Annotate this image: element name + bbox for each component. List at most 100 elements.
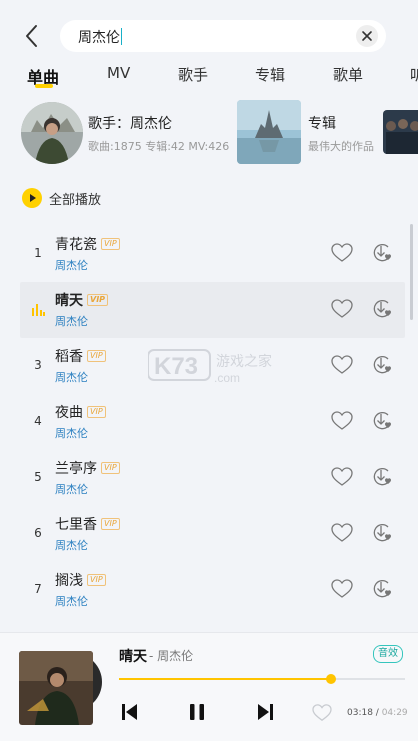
pause-icon[interactable] — [188, 703, 206, 721]
progress-knob[interactable] — [325, 674, 336, 684]
playing-equalizer-icon — [32, 304, 45, 316]
heart-icon[interactable] — [331, 411, 353, 431]
clear-search-button[interactable] — [356, 25, 378, 47]
vip-badge: VIP — [101, 518, 120, 530]
heart-icon[interactable] — [331, 579, 353, 599]
watermark-domain: .com — [214, 371, 240, 385]
song-row[interactable]: 7 搁浅 VIP 周杰伦 — [20, 562, 405, 618]
playback-time: 03:18 / 04:29 — [347, 708, 408, 718]
song-title-text: 青花瓷 — [55, 237, 97, 253]
progress-bar[interactable] — [119, 674, 405, 684]
tab-playlists[interactable]: 歌单 — [333, 64, 363, 85]
download-icon[interactable] — [371, 409, 393, 433]
song-number: 3 — [34, 358, 42, 372]
song-artist[interactable]: 周杰伦 — [55, 369, 88, 385]
song-row[interactable]: 1 青花瓷 VIP 周杰伦 — [20, 226, 405, 282]
download-icon[interactable] — [371, 577, 393, 601]
song-number: 6 — [34, 526, 42, 540]
song-title-text: 夜曲 — [55, 405, 83, 421]
song-title: 稻香 VIP — [55, 346, 106, 366]
song-number: 5 — [34, 470, 42, 484]
song-title-text: 七里香 — [55, 517, 97, 533]
song-title: 夜曲 VIP — [55, 402, 106, 422]
song-row[interactable]: 5 兰亭序 VIP 周杰伦 — [20, 450, 405, 506]
close-icon — [362, 31, 372, 41]
mini-player: 晴天 - 周杰伦 音效 03:18 / 04:29 — [0, 632, 418, 741]
watermark-text: K73 — [154, 353, 198, 380]
song-row[interactable]: 4 夜曲 VIP 周杰伦 — [20, 394, 405, 450]
vip-badge: VIP — [87, 350, 106, 362]
album-card-title[interactable]: 专辑 — [308, 113, 336, 133]
song-artist[interactable]: 周杰伦 — [55, 425, 88, 441]
album-cover[interactable] — [237, 100, 301, 164]
back-arrow-icon[interactable] — [22, 24, 44, 48]
search-input[interactable]: 周杰伦 — [60, 20, 386, 52]
now-playing-title[interactable]: 晴天 — [119, 646, 147, 666]
search-query: 周杰伦 — [78, 27, 122, 47]
song-artist[interactable]: 周杰伦 — [55, 313, 88, 329]
song-artist[interactable]: 周杰伦 — [55, 537, 88, 553]
heart-icon[interactable] — [331, 523, 353, 543]
song-title-text: 搁浅 — [55, 573, 83, 589]
song-row[interactable]: 6 七里香 VIP 周杰伦 — [20, 506, 405, 562]
heart-icon[interactable] — [331, 355, 353, 375]
download-icon[interactable] — [371, 297, 393, 321]
vip-badge: VIP — [87, 574, 106, 586]
download-icon[interactable] — [371, 521, 393, 545]
song-artist[interactable]: 周杰伦 — [55, 481, 88, 497]
heart-icon[interactable] — [331, 467, 353, 487]
heart-icon[interactable] — [312, 704, 332, 722]
download-icon[interactable] — [371, 353, 393, 377]
song-title: 七里香 VIP — [55, 514, 120, 534]
song-title: 搁浅 VIP — [55, 570, 106, 590]
singer-avatar[interactable] — [21, 102, 83, 164]
song-number: 1 — [34, 246, 42, 260]
song-title-text: 稻香 — [55, 349, 83, 365]
header: 周杰伦 — [0, 0, 418, 62]
song-title: 青花瓷 VIP — [55, 234, 120, 254]
download-icon[interactable] — [371, 241, 393, 265]
tab-mv[interactable]: MV — [107, 64, 130, 82]
song-title-text: 晴天 — [55, 293, 83, 309]
vip-badge: VIP — [101, 238, 120, 250]
search-query-text: 周杰伦 — [78, 30, 120, 46]
next-icon[interactable] — [256, 703, 274, 721]
watermark-sub: 游戏之家 — [216, 353, 272, 370]
heart-icon[interactable] — [331, 299, 353, 319]
download-icon[interactable] — [371, 465, 393, 489]
mv-cover[interactable] — [383, 110, 418, 154]
song-title-text: 兰亭序 — [55, 461, 97, 477]
now-playing-artist: - 周杰伦 — [149, 649, 194, 663]
progress-fill — [119, 678, 331, 680]
song-number: 7 — [34, 582, 42, 596]
heart-icon[interactable] — [331, 243, 353, 263]
tab-albums[interactable]: 专辑 — [255, 64, 285, 85]
tab-more[interactable]: 听 — [410, 64, 418, 85]
play-all-label: 全部播放 — [49, 193, 102, 208]
previous-icon[interactable] — [121, 703, 139, 721]
song-artist[interactable]: 周杰伦 — [55, 257, 88, 273]
text-caret — [121, 28, 122, 45]
tab-singers[interactable]: 歌手 — [178, 64, 208, 85]
vip-badge: VIP — [101, 462, 120, 474]
song-row-playing[interactable]: 晴天 VIP 周杰伦 — [20, 282, 405, 338]
singer-title[interactable]: 歌手：周杰伦 — [88, 113, 172, 133]
current-time: 03:18 — [347, 708, 373, 718]
vip-badge: VIP — [87, 294, 109, 306]
now-playing-cover[interactable] — [19, 651, 93, 725]
category-tabs: 单曲 MV 歌手 专辑 歌单 听 — [0, 62, 418, 92]
sound-effect-button[interactable]: 音效 — [373, 645, 403, 663]
album-card-subtitle: 最伟大的作品 — [308, 140, 374, 153]
active-tab-indicator — [35, 84, 53, 88]
total-time: 04:29 — [381, 708, 408, 718]
song-number: 4 — [34, 414, 42, 428]
scrollbar[interactable] — [410, 224, 413, 320]
song-title: 兰亭序 VIP — [55, 458, 120, 478]
singer-stats: 歌曲:1875 专辑:42 MV:426 — [88, 140, 230, 153]
play-icon — [22, 188, 42, 208]
song-title: 晴天 VIP — [55, 290, 109, 310]
result-cards: 歌手：周杰伦 歌曲:1875 专辑:42 MV:426 专辑 最伟大的作品 — [0, 96, 418, 168]
song-artist[interactable]: 周杰伦 — [55, 593, 88, 609]
watermark-logo: K73 游戏之家 .com — [147, 346, 278, 386]
vip-badge: VIP — [87, 406, 106, 418]
